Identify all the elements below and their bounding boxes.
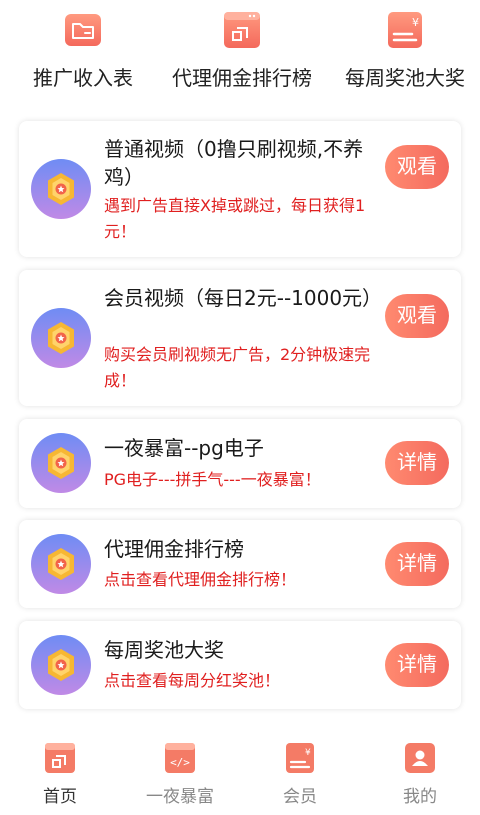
watch-button[interactable]: 观看 (385, 294, 449, 338)
quick-item-weekly-jackpot[interactable]: ¥ 每周奖池大奖 (330, 10, 480, 91)
medal-icon (31, 433, 91, 493)
watch-button[interactable]: 观看 (385, 145, 449, 189)
yen-card-icon: ¥ (388, 12, 422, 48)
tab-mine[interactable]: 我的 (360, 742, 480, 807)
details-button[interactable]: 详情 (385, 542, 449, 586)
medal-icon (31, 308, 91, 368)
quick-item-commission-ranking[interactable]: 代理佣金排行榜 (167, 10, 317, 91)
details-button[interactable]: 详情 (385, 643, 449, 687)
folder-icon (65, 14, 101, 46)
card-title: 会员视频（每日2元--1000元） (104, 286, 383, 310)
card-description: PG电子---拼手气---一夜暴富！ (104, 470, 321, 489)
share-icon (45, 743, 75, 773)
quick-item-label: 代理佣金排行榜 (172, 66, 312, 90)
task-card[interactable]: 普通视频（0撸只刷视频,不养鸡） 遇到广告直接X掉或跳过，每日获得1元！ 观看 (19, 121, 461, 257)
task-card[interactable]: 会员视频（每日2元--1000元） 购买会员刷视频无广告，2分钟极速完成！ 观看 (19, 270, 461, 406)
svg-text:</>: </> (170, 756, 190, 769)
medal-icon (31, 534, 91, 594)
medal-icon (31, 635, 91, 695)
card-title: 普通视频（0撸只刷视频,不养鸡） (104, 137, 364, 189)
task-card[interactable]: 代理佣金排行榜 点击查看代理佣金排行榜！ 详情 (19, 520, 461, 608)
details-button[interactable]: 详情 (385, 441, 449, 485)
tab-label: 首页 (43, 787, 77, 807)
tab-home[interactable]: 首页 (0, 742, 120, 807)
tab-overnight-rich[interactable]: </> 一夜暴富 (120, 742, 240, 807)
card-title: 代理佣金排行榜 (104, 537, 244, 561)
yen-card-icon: ¥ (286, 743, 314, 773)
share-icon (224, 12, 260, 48)
user-icon (405, 743, 435, 773)
tab-label: 会员 (283, 787, 317, 807)
quick-item-promotion-income[interactable]: 推广收入表 (8, 10, 158, 91)
bottom-tab-bar: 首页 </> 一夜暴富 ¥ 会员 我的 (0, 740, 480, 815)
code-window-icon: </> (165, 743, 195, 773)
quick-item-label: 推广收入表 (33, 66, 133, 90)
tab-label: 我的 (403, 787, 437, 807)
card-title: 每周奖池大奖 (104, 638, 224, 662)
svg-text:¥: ¥ (305, 748, 311, 758)
card-description: 遇到广告直接X掉或跳过，每日获得1元！ (104, 196, 366, 241)
card-description: 点击查看每周分红奖池！ (104, 671, 281, 690)
svg-text:¥: ¥ (412, 16, 419, 29)
quick-menu: 推广收入表 代理佣金排行榜 ¥ 每周奖池大奖 (0, 10, 480, 90)
task-card[interactable]: 每周奖池大奖 点击查看每周分红奖池！ 详情 (19, 621, 461, 709)
card-title: 一夜暴富--pg电子 (104, 436, 264, 460)
task-card[interactable]: 一夜暴富--pg电子 PG电子---拼手气---一夜暴富！ 详情 (19, 419, 461, 508)
app-page: 推广收入表 代理佣金排行榜 ¥ 每周奖池大奖 普通视频（0撸只刷视频,不养鸡） … (0, 0, 480, 815)
medal-icon (31, 159, 91, 219)
tab-label: 一夜暴富 (146, 787, 214, 807)
card-description: 购买会员刷视频无广告，2分钟极速完成！ (104, 345, 371, 390)
quick-item-label: 每周奖池大奖 (345, 66, 465, 90)
tab-membership[interactable]: ¥ 会员 (240, 742, 360, 807)
card-description: 点击查看代理佣金排行榜！ (104, 570, 297, 589)
